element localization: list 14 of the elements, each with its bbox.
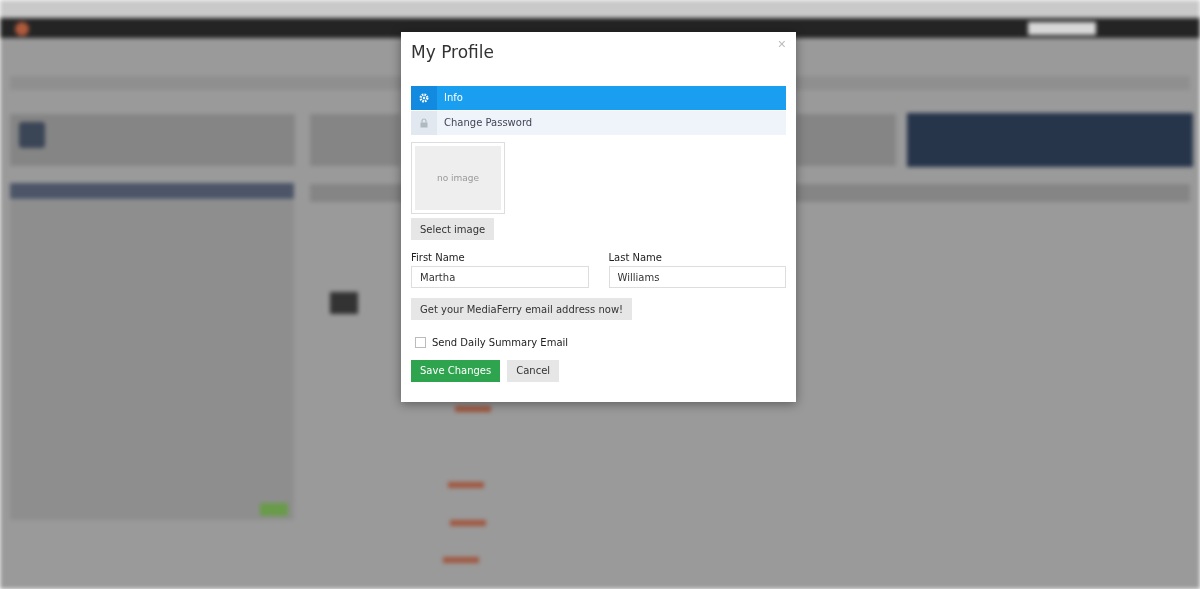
input-field[interactable]: Williams [608,266,786,289]
input-field[interactable]: Martha [411,266,589,289]
lock-icon [420,117,428,128]
select-image-button[interactable]: Select image [411,218,495,241]
field-label: First Name [411,252,466,264]
gear-icon [419,92,429,103]
email-address-button[interactable]: Get your MediaFerry email address now! [411,298,633,320]
checkbox-label: Send Daily Summary Email [432,337,569,348]
empty-image-frame: no image [411,141,505,215]
tab[interactable]: Change Password [411,110,786,135]
field-label: Last Name [608,252,663,264]
dialog-title: My Profile [411,42,494,62]
checkbox[interactable] [415,337,426,348]
cancel-button[interactable]: Cancel [507,360,560,382]
